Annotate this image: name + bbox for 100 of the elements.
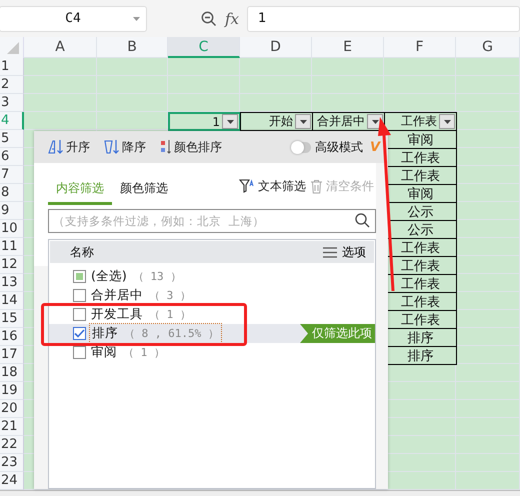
- table-cell[interactable]: [24, 58, 97, 76]
- table-cell[interactable]: [456, 454, 520, 472]
- row-header[interactable]: 22: [0, 436, 24, 454]
- filter-dropdown-button[interactable]: [222, 114, 238, 129]
- row-header[interactable]: 7: [0, 166, 24, 184]
- fx-label[interactable]: fx: [225, 10, 240, 28]
- table-cell[interactable]: [456, 418, 520, 436]
- table-cell[interactable]: [168, 58, 240, 76]
- table-cell[interactable]: [456, 184, 520, 202]
- table-cell[interactable]: [456, 274, 520, 292]
- formula-field[interactable]: 1: [247, 6, 520, 32]
- row-header[interactable]: 10: [0, 220, 24, 238]
- filter-list-item[interactable]: 开发工具 （ 1 ）: [49, 305, 375, 324]
- table-cell[interactable]: [456, 292, 520, 310]
- row-header[interactable]: 24: [0, 472, 24, 490]
- column-header[interactable]: B: [97, 37, 168, 58]
- table-cell[interactable]: [97, 94, 168, 112]
- table-cell[interactable]: [456, 328, 520, 346]
- table-cell[interactable]: [456, 346, 520, 364]
- row-header[interactable]: 6: [0, 148, 24, 166]
- column-header[interactable]: A: [24, 37, 97, 58]
- table-cell[interactable]: [240, 58, 312, 76]
- table-cell[interactable]: [456, 112, 520, 130]
- table-cell[interactable]: [456, 400, 520, 418]
- sort-button[interactable]: 降序: [100, 138, 150, 156]
- row-header[interactable]: 1: [0, 58, 24, 76]
- table-cell[interactable]: [97, 112, 168, 130]
- table-cell[interactable]: [456, 382, 520, 400]
- table-cell[interactable]: [456, 436, 520, 454]
- zoom-icon[interactable]: [201, 10, 217, 26]
- table-cell[interactable]: 工作表: [384, 112, 457, 131]
- table-cell[interactable]: [312, 58, 384, 76]
- checkbox[interactable]: [73, 308, 86, 321]
- table-cell[interactable]: [24, 94, 97, 112]
- table-cell[interactable]: [168, 76, 240, 94]
- filter-tab[interactable]: 颜色筛选: [112, 174, 176, 204]
- table-cell[interactable]: [456, 130, 520, 148]
- table-cell[interactable]: [456, 166, 520, 184]
- filter-list-item[interactable]: 排序 （ 8 , 61.5% ） 仅筛选此项: [49, 324, 375, 343]
- table-cell[interactable]: [240, 76, 312, 94]
- table-cell[interactable]: [384, 76, 456, 94]
- row-header[interactable]: 11: [0, 238, 24, 256]
- table-cell[interactable]: [312, 94, 384, 112]
- table-cell[interactable]: [456, 202, 520, 220]
- sort-button[interactable]: 升序: [44, 138, 94, 156]
- name-box[interactable]: C4: [0, 6, 147, 32]
- table-cell[interactable]: [456, 310, 520, 328]
- horizontal-scrollbar[interactable]: [0, 490, 520, 496]
- checkbox[interactable]: [73, 270, 86, 283]
- checkbox[interactable]: [73, 346, 86, 359]
- sort-button[interactable]: 颜色排序: [156, 138, 226, 156]
- table-cell[interactable]: [456, 364, 520, 382]
- row-header[interactable]: 14: [0, 292, 24, 310]
- table-cell[interactable]: 1: [168, 112, 241, 131]
- row-header[interactable]: 13: [0, 274, 24, 292]
- table-cell[interactable]: [97, 58, 168, 76]
- column-header[interactable]: G: [456, 37, 520, 58]
- table-cell[interactable]: [24, 112, 97, 130]
- table-cell[interactable]: [312, 76, 384, 94]
- text-filter-button[interactable]: 文本筛选: [237, 178, 308, 194]
- table-cell[interactable]: [456, 76, 520, 94]
- row-header[interactable]: 3: [0, 94, 24, 112]
- filter-dropdown-button[interactable]: [295, 114, 311, 129]
- row-header[interactable]: 17: [0, 346, 24, 364]
- filter-list-item[interactable]: 合并居中 （ 3 ）: [49, 286, 375, 305]
- column-header[interactable]: E: [312, 37, 384, 58]
- row-header[interactable]: 16: [0, 328, 24, 346]
- table-cell[interactable]: [456, 256, 520, 274]
- column-header[interactable]: F: [384, 37, 456, 58]
- row-header[interactable]: 20: [0, 400, 24, 418]
- table-cell[interactable]: [384, 94, 456, 112]
- row-header[interactable]: 19: [0, 382, 24, 400]
- table-cell[interactable]: [456, 148, 520, 166]
- row-header[interactable]: 9: [0, 202, 24, 220]
- table-cell[interactable]: [456, 238, 520, 256]
- row-header[interactable]: 8: [0, 184, 24, 202]
- table-cell[interactable]: [456, 58, 520, 76]
- row-header[interactable]: 2: [0, 76, 24, 94]
- table-cell[interactable]: [384, 58, 456, 76]
- checkbox[interactable]: [73, 327, 86, 340]
- table-cell[interactable]: [24, 76, 97, 94]
- advanced-mode-toggle[interactable]: [290, 142, 311, 152]
- filter-list-item[interactable]: (全选) （ 13 ）: [49, 267, 375, 286]
- table-cell[interactable]: [456, 94, 520, 112]
- row-header[interactable]: 5: [0, 130, 24, 148]
- table-cell[interactable]: [240, 94, 312, 112]
- row-header[interactable]: 12: [0, 256, 24, 274]
- checkbox[interactable]: [73, 289, 86, 302]
- select-all-icon[interactable]: [7, 42, 19, 54]
- filter-dropdown-button[interactable]: [439, 114, 455, 129]
- filter-list-item[interactable]: 审阅 （ 1 ）: [49, 343, 375, 362]
- row-header[interactable]: 23: [0, 454, 24, 472]
- table-cell[interactable]: [456, 220, 520, 238]
- table-cell[interactable]: [168, 94, 240, 112]
- row-header[interactable]: 18: [0, 364, 24, 382]
- search-field[interactable]: （支持多条件过滤，例如：北京 上海）: [48, 209, 376, 233]
- table-cell[interactable]: [97, 76, 168, 94]
- options-button[interactable]: 选项: [323, 244, 366, 260]
- column-header[interactable]: D: [240, 37, 312, 58]
- row-header[interactable]: 15: [0, 310, 24, 328]
